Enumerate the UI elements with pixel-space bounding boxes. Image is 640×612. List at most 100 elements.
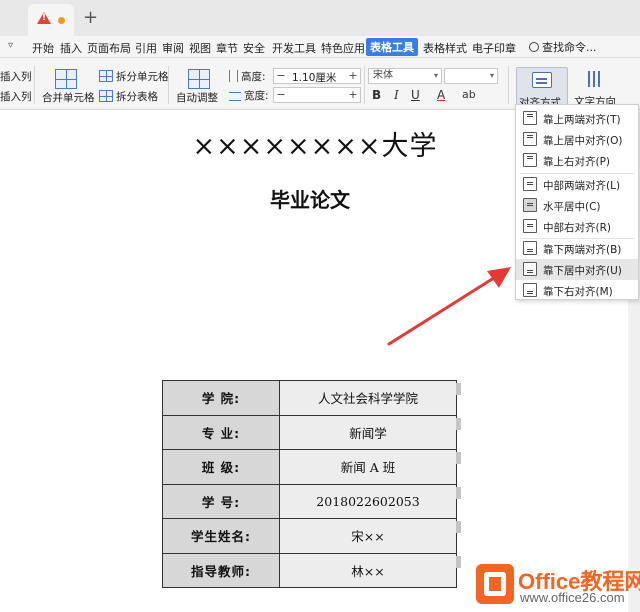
table-key-cell[interactable]: 学 院: <box>162 380 280 416</box>
font-color-button[interactable]: A <box>437 88 445 102</box>
row-resize-handle[interactable] <box>456 556 461 568</box>
menu-table-style[interactable]: 表格样式 <box>423 40 467 56</box>
red-arrow-annotation <box>387 267 511 346</box>
table-row[interactable]: 班 级: 新闻 A 班 <box>162 449 457 485</box>
menu-item-label: 靠下两端对齐(B) <box>543 244 622 256</box>
table-row[interactable]: 专 业: 新闻学 <box>162 414 457 450</box>
menu-item-label: 靠上居中对齐(O) <box>543 135 623 147</box>
table-row[interactable]: 学 院: 人文社会科学学院 <box>162 380 457 416</box>
menu-item-middle-center[interactable]: 水平居中(C) <box>516 195 638 216</box>
italic-button[interactable]: I <box>394 88 399 102</box>
align-dropdown-menu: 靠上两端对齐(T) 靠上居中对齐(O) 靠上右对齐(P) 中部两端对齐(L) 水… <box>515 104 639 300</box>
menu-page-layout[interactable]: 页面布局 <box>87 40 131 56</box>
menu-view[interactable]: 视图 <box>189 40 211 56</box>
row-resize-handle[interactable] <box>456 452 461 464</box>
font-size-select[interactable]: ▾ <box>444 68 498 84</box>
column-width-icon <box>229 92 241 101</box>
merge-cells-icon <box>55 69 77 89</box>
chevron-down-icon: ▾ <box>433 71 438 80</box>
table-key-cell[interactable]: 专 业: <box>162 414 280 450</box>
document-tab[interactable] <box>28 4 74 36</box>
split-cells-icon <box>99 70 113 82</box>
split-cells-button[interactable]: 拆分单元格 <box>99 70 169 84</box>
menu-item-top-center[interactable]: 靠上居中对齐(O) <box>516 129 638 150</box>
ribbon-divider <box>508 66 509 104</box>
menu-item-top-justify[interactable]: 靠上两端对齐(T) <box>516 108 638 129</box>
new-tab-icon[interactable]: + <box>83 8 98 28</box>
ribbon-divider <box>364 66 365 104</box>
bold-button[interactable]: B <box>372 88 381 102</box>
split-table-icon <box>99 90 113 102</box>
menu-item-bottom-right[interactable]: 靠下右对齐(M) <box>516 280 638 301</box>
menu-developer[interactable]: 开发工具 <box>272 40 316 56</box>
row-resize-handle[interactable] <box>456 383 461 395</box>
minus-icon[interactable]: − <box>274 69 288 83</box>
tab-strip: + <box>0 0 640 36</box>
menu-item-middle-right[interactable]: 中部右对齐(R) <box>516 216 638 237</box>
table-key-cell[interactable]: 学生姓名: <box>162 518 280 554</box>
align-top-right-icon <box>523 153 537 167</box>
table-value-cell[interactable]: 新闻 A 班 <box>279 449 457 485</box>
menu-insert[interactable]: 插入 <box>60 40 82 56</box>
row-resize-handle[interactable] <box>456 521 461 533</box>
page-title: ××××××××大学 <box>192 131 438 162</box>
split-table-label: 拆分表格 <box>116 91 158 103</box>
insert-column-right-button[interactable]: 插入列 <box>0 90 32 104</box>
font-name-select[interactable]: 宋体 ▾ <box>368 68 442 84</box>
plus-icon[interactable]: + <box>346 88 360 102</box>
menu-item-label: 水平居中(C) <box>543 201 601 213</box>
menu-item-label: 靠上右对齐(P) <box>543 156 611 168</box>
watermark-url: www.office26.com <box>520 590 625 605</box>
table-key-cell[interactable]: 指导教师: <box>162 552 280 588</box>
underline-button[interactable]: U <box>411 88 420 102</box>
align-middle-justify-icon <box>523 177 537 191</box>
table-value-cell[interactable]: 林×× <box>279 552 457 588</box>
width-stepper[interactable]: − + <box>273 87 361 103</box>
table-key-cell[interactable]: 班 级: <box>162 449 280 485</box>
height-value: 1.10厘米 <box>292 72 337 84</box>
menu-table-tools[interactable]: 表格工具 <box>366 38 418 56</box>
page-subtitle: 毕业论文 <box>270 188 350 212</box>
table-row[interactable]: 指导教师: 林×× <box>162 552 457 588</box>
info-table[interactable]: 学 院: 人文社会科学学院 专 业: 新闻学 班 级: 新闻 A 班 学 号: 2018… <box>162 380 457 588</box>
menu-security[interactable]: 安全 <box>243 40 265 56</box>
menu-item-bottom-center[interactable]: 靠下居中对齐(U) <box>516 259 638 280</box>
command-search[interactable]: 查找命令... <box>529 39 597 55</box>
ribbon-divider <box>34 66 35 104</box>
table-value-cell[interactable]: 宋×× <box>279 518 457 554</box>
height-label: 高度: <box>229 70 266 84</box>
warning-icon <box>37 12 51 24</box>
table-value-cell[interactable]: 2018022602053 <box>279 483 457 519</box>
split-cells-label: 拆分单元格 <box>116 71 169 83</box>
auto-adjust-button[interactable]: 自动调整 <box>176 91 218 105</box>
table-row[interactable]: 学 号: 2018022602053 <box>162 483 457 519</box>
menu-e-seal[interactable]: 电子印章 <box>472 40 516 56</box>
highlight-button[interactable]: ab <box>462 88 476 101</box>
insert-column-left-button[interactable]: 插入列 <box>0 70 32 84</box>
align-bottom-justify-icon <box>523 241 537 255</box>
merge-cells-button[interactable]: 合并单元格 <box>42 91 95 105</box>
table-key-cell[interactable]: 学 号: <box>162 483 280 519</box>
menu-item-bottom-justify[interactable]: 靠下两端对齐(B) <box>516 238 638 259</box>
row-resize-handle[interactable] <box>456 418 461 430</box>
auto-adjust-icon <box>188 69 210 89</box>
height-stepper[interactable]: − 1.10厘米 + <box>273 68 361 84</box>
menu-review[interactable]: 审阅 <box>162 40 184 56</box>
table-value-cell[interactable]: 新闻学 <box>279 414 457 450</box>
menu-item-label: 靠下右对齐(M) <box>543 286 613 298</box>
plus-icon[interactable]: + <box>346 69 360 83</box>
menu-references[interactable]: 引用 <box>135 40 157 56</box>
minus-icon[interactable]: − <box>274 88 288 102</box>
table-value-cell[interactable]: 人文社会科学学院 <box>279 380 457 416</box>
row-resize-handle[interactable] <box>456 487 461 499</box>
split-table-button[interactable]: 拆分表格 <box>99 90 158 104</box>
menu-bar: ▿ 开始 插入 页面布局 引用 审阅 视图 章节 安全 开发工具 特色应用 表格… <box>0 36 640 58</box>
menu-home[interactable]: 开始 <box>32 40 54 56</box>
menu-features[interactable]: 特色应用 <box>321 40 365 56</box>
chevron-down-icon[interactable]: ▿ <box>8 40 13 51</box>
menu-item-top-right[interactable]: 靠上右对齐(P) <box>516 150 638 171</box>
table-row[interactable]: 学生姓名: 宋×× <box>162 518 457 554</box>
font-name-value: 宋体 <box>373 70 393 81</box>
menu-item-middle-justify[interactable]: 中部两端对齐(L) <box>516 174 638 195</box>
menu-section[interactable]: 章节 <box>216 40 238 56</box>
